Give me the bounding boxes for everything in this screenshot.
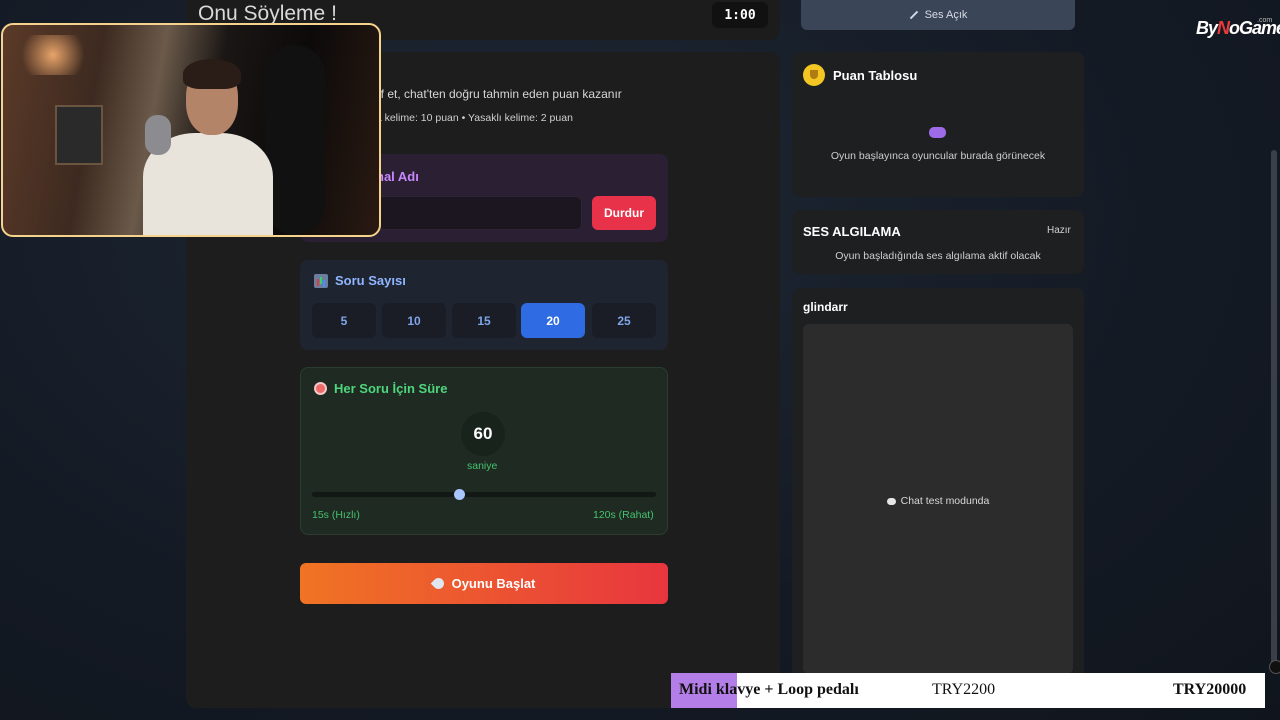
lamp-glow: [13, 35, 93, 75]
start-game-label: Oyunu Başlat: [451, 576, 536, 591]
ticker-item-name: Midi klavye + Loop pedalı: [679, 681, 859, 698]
time-unit: saniye: [467, 460, 498, 472]
rocket-icon: [430, 575, 446, 592]
question-count-title: Soru Sayısı: [335, 273, 406, 288]
sound-toggle-label: Ses Açık: [924, 9, 968, 21]
scoring-description: na kelime: 10 puan • Yasaklı kelime: 2 p…: [370, 112, 573, 124]
count-option-25[interactable]: 25: [592, 303, 656, 338]
start-game-button[interactable]: Oyunu Başlat: [300, 563, 668, 604]
rules-description: rif et, chat'ten doğru tahmin eden puan …: [374, 87, 622, 101]
slider-min-label: 15s (Hızlı): [312, 509, 360, 521]
count-option-20[interactable]: 20: [521, 303, 585, 338]
logo-part-n: N: [1217, 18, 1230, 38]
chat-username: glindarr: [803, 300, 848, 314]
speech-bubble-icon: [886, 497, 896, 505]
channel-name-input[interactable]: [370, 196, 582, 230]
time-title: Her Soru İçin Süre: [334, 381, 448, 396]
scoreboard-header: Puan Tablosu: [803, 64, 917, 86]
alarm-clock-icon: [314, 382, 327, 395]
scoreboard-title: Puan Tablosu: [833, 67, 918, 83]
gaming-chair: [265, 45, 325, 235]
magic-wand-icon: [909, 10, 918, 20]
voice-detection-status: Hazır: [1047, 225, 1071, 236]
ticker-price-2: TRY20000: [1173, 681, 1247, 698]
time-slider-track[interactable]: [312, 492, 656, 497]
slider-max-label: 120s (Rahat): [593, 509, 654, 521]
voice-detection-description: Oyun başladığında ses algılama aktif ola…: [835, 250, 1041, 262]
ticker-price-1: TRY2200: [932, 681, 996, 698]
chat-status-text: Chat test modunda: [900, 495, 990, 507]
logo-part-by: By: [1196, 18, 1218, 38]
stop-button[interactable]: Durdur: [592, 196, 656, 230]
time-header: Her Soru İçin Süre: [314, 381, 447, 396]
game-timer: 1:00: [712, 2, 768, 28]
count-option-5[interactable]: 5: [312, 303, 376, 338]
question-count-header: Soru Sayısı: [314, 273, 406, 288]
count-option-15[interactable]: 15: [452, 303, 516, 338]
scoreboard-empty-text: Oyun başlayınca oyuncular burada görünec…: [830, 150, 1046, 162]
donation-ticker: Midi klavye + Loop pedalı TRY2200 TRY200…: [671, 673, 1265, 708]
count-option-10[interactable]: 10: [382, 303, 446, 338]
bar-chart-icon: [314, 273, 328, 288]
trophy-icon: [803, 64, 825, 86]
gamepad-icon: [929, 127, 946, 138]
chat-status-message: Chat test modunda: [803, 495, 1073, 507]
scrollbar-thumb[interactable]: [1271, 150, 1277, 670]
chalkboard: [55, 105, 103, 165]
voice-detection-card: [792, 210, 1084, 274]
scroll-down-icon[interactable]: [1269, 660, 1280, 674]
webcam-overlay: [1, 23, 381, 237]
time-value: 60: [461, 412, 505, 456]
microphone: [145, 115, 171, 155]
streamer-hair: [183, 59, 241, 89]
channel-name-label: nal Adı: [376, 169, 419, 184]
voice-detection-title: SES ALGILAMA: [803, 224, 901, 239]
sound-toggle-button[interactable]: Ses Açık: [801, 0, 1075, 30]
